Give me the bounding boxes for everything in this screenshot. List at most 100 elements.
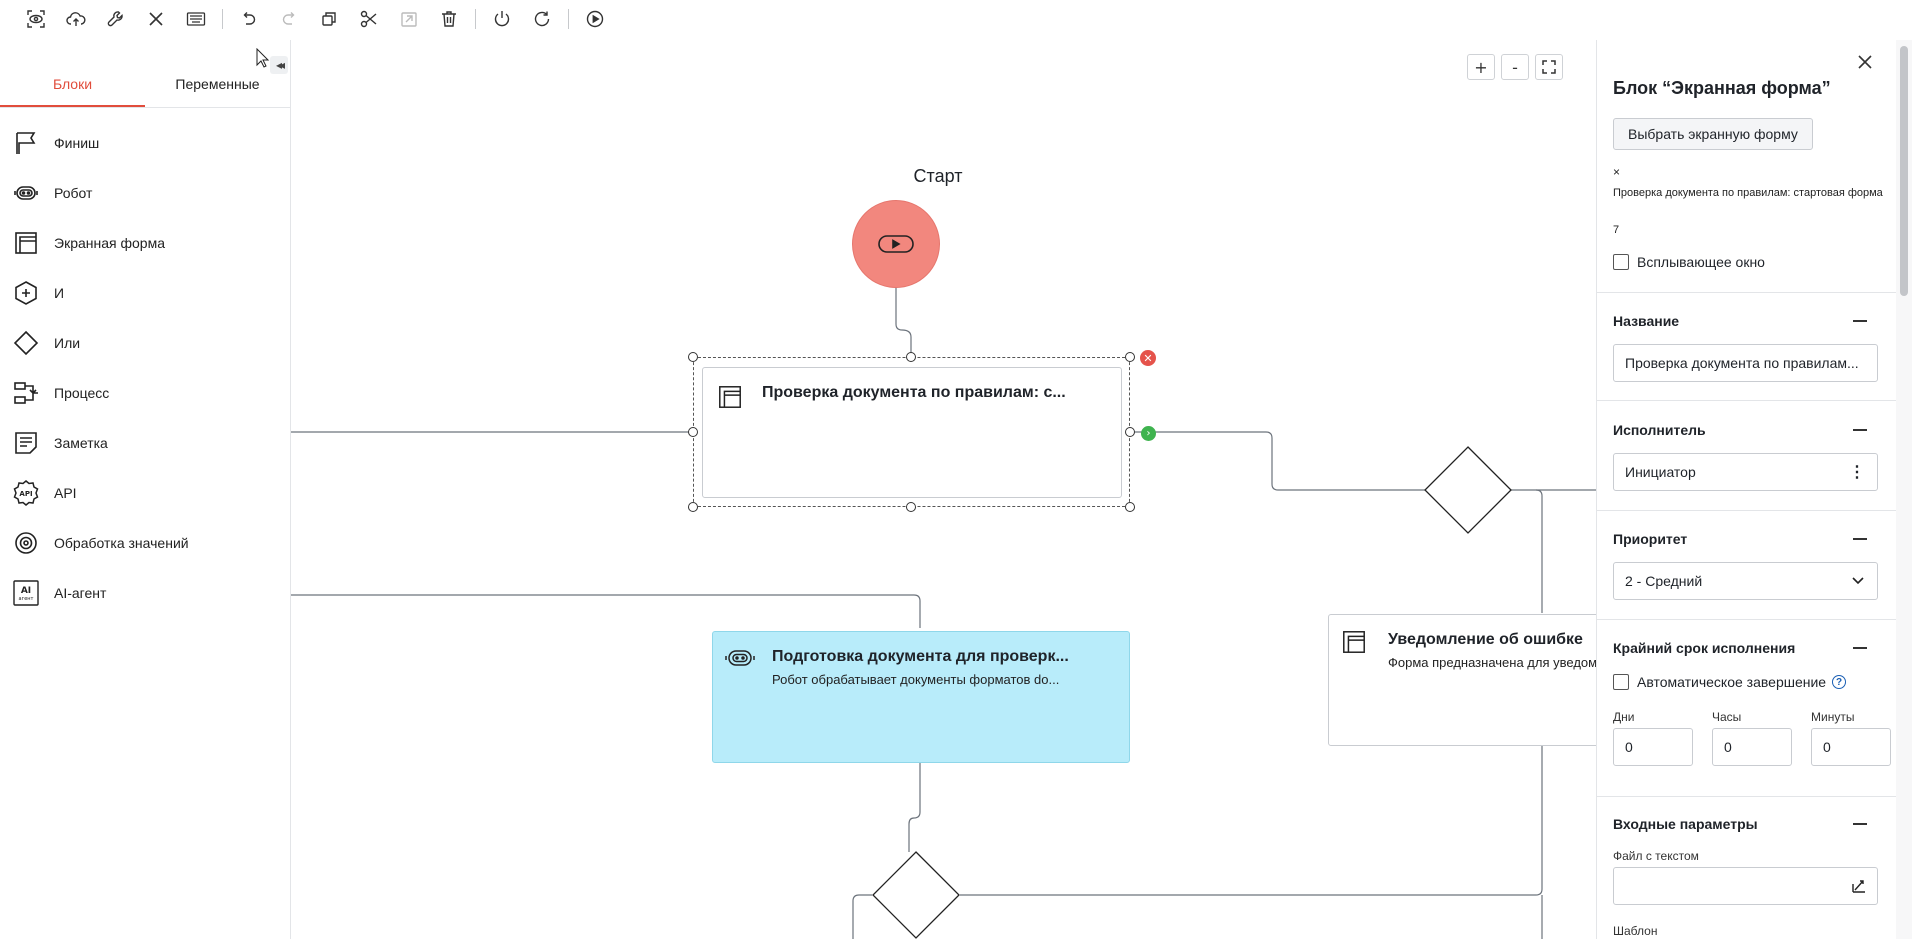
node-error-notification[interactable]: Уведомление об ошибке Форма предназначен… <box>1328 614 1596 746</box>
block-label: Процесс <box>54 385 110 401</box>
block-label: И <box>54 285 65 301</box>
node-prepare-document[interactable]: Подготовка документа для проверк... Робо… <box>712 631 1130 763</box>
block-label: Робот <box>54 185 93 201</box>
form-name: Проверка документа по правилам: стартова… <box>1613 187 1883 199</box>
days-input[interactable]: 0 <box>1613 728 1693 766</box>
svg-text:API: API <box>19 490 32 498</box>
edge-left-to-prepare <box>291 594 921 628</box>
auto-complete-checkbox[interactable]: Автоматическое завершение ? <box>1613 674 1847 690</box>
blocks-panel: ◂◂ Блоки Переменные Финиш Робот Экранная… <box>0 40 291 939</box>
and-icon <box>15 281 37 305</box>
delete-icon[interactable] <box>429 0 469 38</box>
power-icon[interactable] <box>482 0 522 38</box>
block-label: Заметка <box>54 435 108 451</box>
popup-checkbox[interactable]: Всплывающее окно <box>1613 254 1765 270</box>
collapse-section-icon[interactable] <box>1853 320 1867 322</box>
wrench-icon[interactable] <box>96 0 136 38</box>
panel-tabs: Блоки Переменные <box>0 72 290 108</box>
node-check-document[interactable]: Проверка документа по правилам: с... <box>702 367 1122 498</box>
more-vertical-icon[interactable]: ⋮ <box>1849 462 1865 482</box>
minutes-input[interactable]: 0 <box>1811 728 1891 766</box>
collapse-section-icon[interactable] <box>1853 647 1867 649</box>
resize-handle[interactable] <box>906 502 916 512</box>
priority-select[interactable]: 2 - Средний <box>1613 562 1878 600</box>
block-label: API <box>54 485 77 501</box>
hours-input[interactable]: 0 <box>1712 728 1792 766</box>
block-item-finish[interactable]: Финиш <box>0 118 290 168</box>
undo-icon[interactable] <box>229 0 269 38</box>
hours-label: Часы <box>1712 710 1742 724</box>
block-item-process[interactable]: Процесс <box>0 368 290 418</box>
section-title-executor: Исполнитель <box>1613 422 1706 438</box>
connect-node-icon[interactable]: › <box>1141 426 1156 441</box>
checkbox-box[interactable] <box>1613 254 1629 270</box>
screen-form-icon <box>719 386 741 408</box>
properties-panel: Блок “Экранная форма” Выбрать экранную ф… <box>1596 40 1896 939</box>
resize-handle[interactable] <box>1125 427 1135 437</box>
play-icon[interactable] <box>575 0 615 38</box>
process-icon <box>14 382 38 404</box>
cursor-pointer-icon <box>256 47 270 72</box>
divider <box>1597 400 1896 401</box>
priority-value: 2 - Средний <box>1625 573 1703 589</box>
block-item-screen-form[interactable]: Экранная форма <box>0 218 290 268</box>
checkbox-label: Автоматическое завершение <box>1637 674 1827 690</box>
screen-form-icon <box>15 232 37 254</box>
block-item-note[interactable]: Заметка <box>0 418 290 468</box>
scrollbar-thumb[interactable] <box>1900 46 1908 296</box>
file-label: Файл с текстом <box>1613 849 1699 863</box>
node-title: Проверка документа по правилам: с... <box>762 384 1066 401</box>
file-input[interactable] <box>1613 867 1878 905</box>
help-icon[interactable]: ? <box>1832 675 1847 689</box>
collapse-section-icon[interactable] <box>1853 823 1867 825</box>
preview-icon[interactable] <box>16 0 56 38</box>
checkbox-box[interactable] <box>1613 674 1629 690</box>
executor-value: Инициатор <box>1625 464 1696 480</box>
divider <box>1597 292 1896 293</box>
fit-screen-button[interactable] <box>1535 54 1563 80</box>
select-form-button[interactable]: Выбрать экранную форму <box>1613 118 1813 150</box>
delete-node-icon[interactable]: ✕ <box>1140 350 1156 366</box>
block-label: Или <box>54 335 81 351</box>
block-item-value-processing[interactable]: Обработка значений <box>0 518 290 568</box>
executor-select[interactable]: Инициатор ⋮ <box>1613 453 1878 491</box>
tab-blocks[interactable]: Блоки <box>0 72 145 107</box>
zoom-in-button[interactable]: + <box>1467 54 1495 80</box>
cloud-upload-icon[interactable] <box>56 0 96 38</box>
resize-handle[interactable] <box>906 352 916 362</box>
block-item-api[interactable]: API API <box>0 468 290 518</box>
ai-icon-line-2: агент <box>19 596 34 602</box>
panel-title: Блок “Экранная форма” <box>1613 78 1831 98</box>
robot-icon <box>14 186 38 200</box>
cut-icon[interactable] <box>349 0 389 38</box>
block-item-or[interactable]: Или <box>0 318 290 368</box>
close-icon[interactable] <box>1855 52 1875 72</box>
copy-icon[interactable] <box>309 0 349 38</box>
resize-handle[interactable] <box>688 427 698 437</box>
block-item-and[interactable]: И <box>0 268 290 318</box>
refresh-icon[interactable] <box>522 0 562 38</box>
block-item-ai-agent[interactable]: AI агент AI-агент <box>0 568 290 618</box>
variable-picker-icon[interactable] <box>1851 878 1867 894</box>
edge-gateway-down <box>1535 489 1543 613</box>
resize-handle[interactable] <box>688 352 698 362</box>
node-title: Подготовка документа для проверк... <box>772 648 1069 665</box>
section-title-input-params: Входные параметры <box>1613 816 1758 832</box>
start-node[interactable] <box>852 200 940 288</box>
block-item-robot[interactable]: Робот <box>0 168 290 218</box>
resize-handle[interactable] <box>1125 502 1135 512</box>
zoom-out-button[interactable]: - <box>1501 54 1529 80</box>
keyboard-icon[interactable] <box>176 0 216 38</box>
collapse-section-icon[interactable] <box>1853 538 1867 540</box>
edge-prepare-to-gw2 <box>908 763 921 852</box>
process-canvas[interactable]: + - Старт Проверка документа по правилам… <box>291 40 1596 939</box>
resize-handle[interactable] <box>688 502 698 512</box>
paste-icon[interactable] <box>389 0 429 38</box>
collapse-section-icon[interactable] <box>1853 429 1867 431</box>
close-icon[interactable] <box>136 0 176 38</box>
resize-handle[interactable] <box>1125 352 1135 362</box>
tab-variables[interactable]: Переменные <box>145 72 290 107</box>
name-input[interactable]: Проверка документа по правилам... <box>1613 344 1878 382</box>
remove-form-button[interactable]: × <box>1613 165 1620 179</box>
redo-icon[interactable] <box>269 0 309 38</box>
